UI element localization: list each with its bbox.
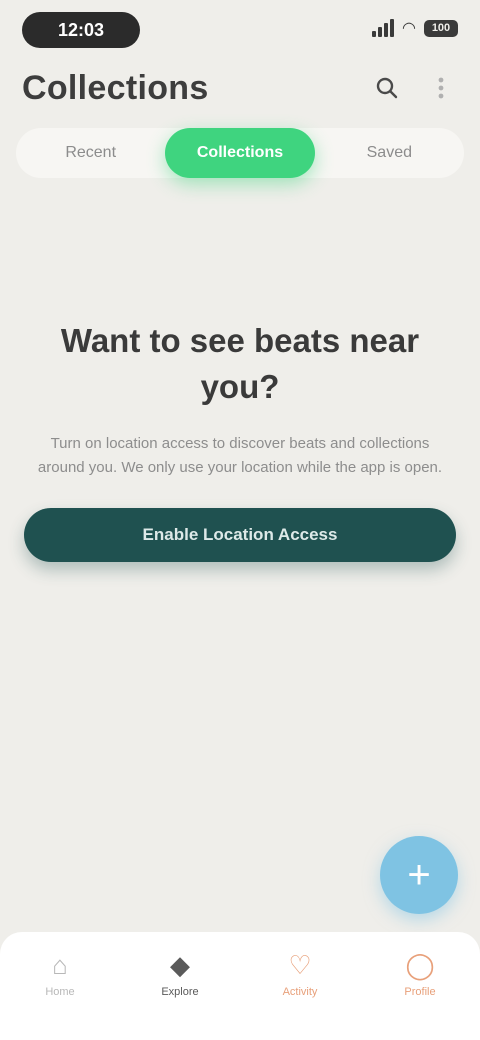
empty-state-description: Turn on location access to discover beat… bbox=[37, 435, 443, 476]
tab-recent[interactable]: Recent bbox=[16, 128, 165, 178]
home-icon: ⌂ bbox=[52, 950, 68, 980]
nav-label: Home bbox=[45, 986, 75, 998]
enable-location-button[interactable]: Enable Location Access bbox=[24, 508, 456, 562]
page-title: Collections bbox=[22, 68, 209, 107]
header: Collections bbox=[22, 62, 458, 114]
nav-item-explore[interactable]: ◆ Explore bbox=[135, 950, 225, 998]
nav-item-home[interactable]: ⌂ Home bbox=[15, 950, 105, 998]
plus-icon: + bbox=[407, 852, 431, 897]
nav-label: Activity bbox=[282, 986, 318, 998]
status-icons: ◠ 100 bbox=[372, 18, 458, 38]
header-actions bbox=[370, 71, 458, 105]
nav-label: Explore bbox=[161, 986, 199, 998]
profile-icon: ◯ bbox=[405, 950, 435, 980]
bottom-nav: ⌂ Home ◆ Explore ♡ Activity ◯ Profile bbox=[0, 932, 480, 1040]
wifi-icon: ◠ bbox=[402, 20, 416, 37]
nav-item-activity[interactable]: ♡ Activity bbox=[255, 950, 345, 998]
battery-level: 100 bbox=[431, 22, 451, 34]
empty-state: Want to see beats near you? Turn on loca… bbox=[24, 318, 456, 562]
nav-item-profile[interactable]: ◯ Profile bbox=[375, 950, 465, 998]
nav-label: Profile bbox=[404, 986, 436, 998]
heart-icon: ♡ bbox=[288, 950, 312, 980]
status-bar: 12:03 ◠ 100 bbox=[0, 0, 480, 60]
signal-icon bbox=[372, 19, 395, 37]
add-button[interactable]: + bbox=[380, 836, 458, 914]
segmented-tabs: Recent Collections Saved bbox=[16, 128, 464, 178]
status-time: 12:03 bbox=[22, 12, 140, 48]
more-icon[interactable] bbox=[424, 71, 458, 105]
battery-icon: 100 bbox=[424, 19, 458, 37]
tab-saved[interactable]: Saved bbox=[315, 128, 464, 178]
empty-state-title: Want to see beats near you? bbox=[60, 322, 420, 405]
explore-icon: ◆ bbox=[170, 950, 190, 980]
tab-collections[interactable]: Collections bbox=[165, 128, 315, 178]
search-icon[interactable] bbox=[370, 71, 404, 105]
